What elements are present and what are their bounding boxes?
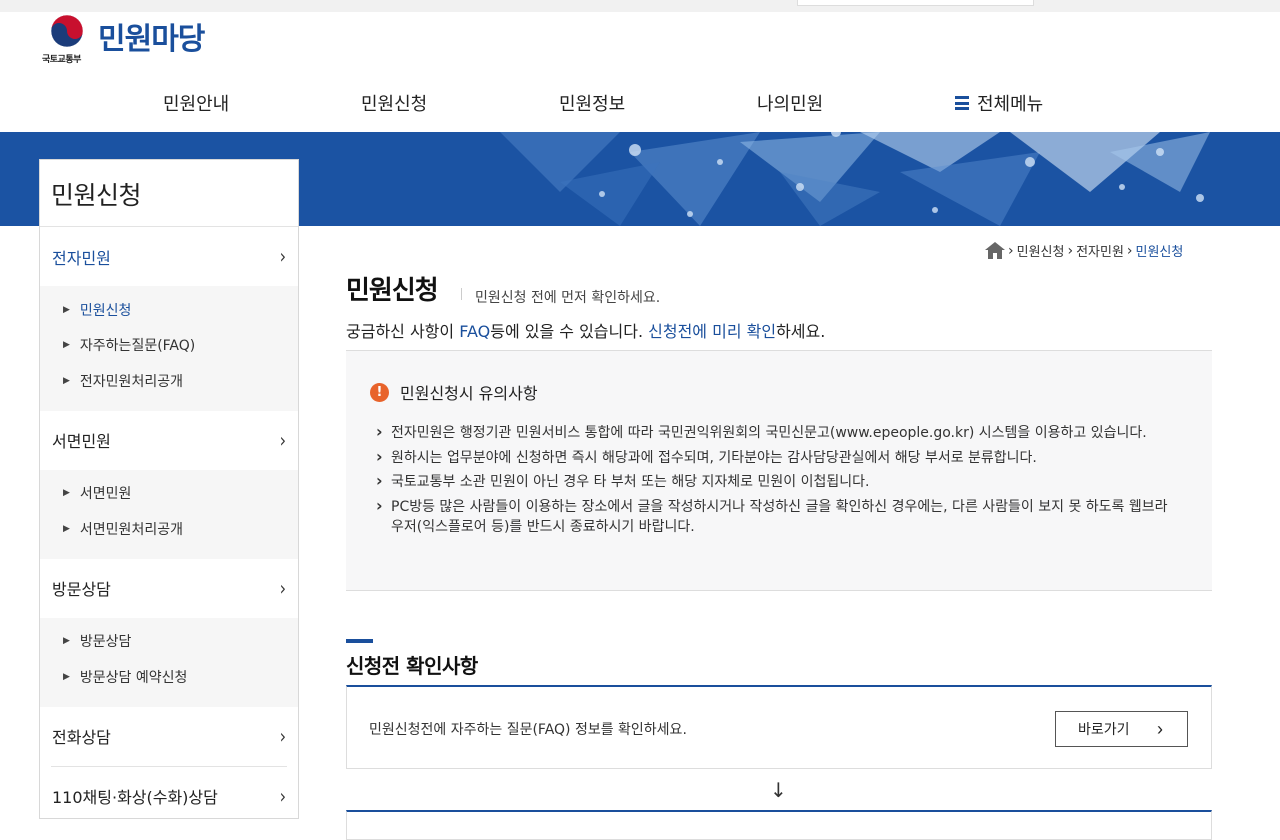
global-nav: 민원안내 민원신청 민원정보 나의민원 전체메뉴	[0, 80, 1280, 132]
triangle-right-icon: ▶	[63, 671, 70, 682]
notice-title: 민원신청시 유의사항	[400, 384, 538, 403]
gnb-all-menu[interactable]: 전체메뉴	[955, 90, 1043, 116]
breadcrumb-separator: ›	[1008, 242, 1014, 259]
faq-check-text: 민원신청전에 자주하는 질문(FAQ) 정보를 확인하세요.	[369, 722, 687, 738]
lnb-group-visit[interactable]: 방문상담 ›	[40, 559, 298, 618]
top-strip	[0, 0, 1280, 12]
notice-item: 원하시는 업무분야에 신청하면 즉시 해당과에 접수되며, 기타분야는 감사담당…	[376, 447, 1176, 468]
breadcrumb-current: 민원신청	[1135, 245, 1184, 260]
triangle-right-icon: ▶	[63, 340, 70, 351]
notice-list: 전자민원은 행정기관 민원서비스 통합에 따라 국민권익위원회의 국민신문고(w…	[376, 422, 1176, 541]
lnb-item-visit-reserve[interactable]: ▶ 방문상담 예약신청	[40, 659, 298, 695]
left-nav: 민원신청 전자민원 › ▶ 민원신청 ▶ 자주하는질문(FAQ) ▶ 전자민원처리공개 …	[39, 159, 299, 819]
notice-item: 국토교통부 소관 민원이 아닌 경우 타 부처 또는 해당 지자체로 민원이 이…	[376, 471, 1176, 492]
notice-heading: ! 민원신청시 유의사항	[370, 380, 538, 404]
lnb-submenu-electronic: ▶ 민원신청 ▶ 자주하는질문(FAQ) ▶ 전자민원처리공개	[40, 286, 298, 411]
breadcrumb-item[interactable]: 민원신청	[1017, 241, 1065, 260]
lnb-submenu-visit: ▶ 방문상담 ▶ 방문상담 예약신청	[40, 617, 298, 707]
lnb-group-phone[interactable]: 전화상담 ›	[40, 707, 298, 766]
breadcrumb-separator: ›	[1067, 242, 1074, 259]
chevron-right-icon: ›	[279, 245, 286, 268]
faq-link[interactable]: FAQ	[459, 322, 490, 341]
chevron-right-icon: ›	[279, 428, 286, 452]
faq-check-box: 민원신청전에 자주하는 질문(FAQ) 정보를 확인하세요. 바로가기 ›	[346, 685, 1212, 769]
triangle-right-icon: ▶	[63, 523, 70, 534]
chevron-right-icon: ›	[279, 724, 286, 748]
lnb-item-visit[interactable]: ▶ 방문상담	[40, 624, 298, 660]
go-button-label: 바로가기	[1078, 721, 1130, 737]
all-menu-label: 전체메뉴	[977, 94, 1044, 115]
notice-box: ! 민원신청시 유의사항 전자민원은 행정기관 민원서비스 통합에 따라 국민권…	[346, 351, 1212, 591]
lnb-group-written[interactable]: 서면민원 ›	[40, 411, 298, 470]
notice-item: PC방등 많은 사람들이 이용하는 장소에서 글을 작성하시거나 작성하신 글을…	[376, 496, 1176, 537]
precheck-link[interactable]: 신청전에 미리 확인	[648, 322, 776, 341]
chevron-right-icon: ›	[279, 576, 286, 600]
exclamation-icon: !	[370, 382, 389, 402]
lnb-submenu-written: ▶ 서면민원 ▶ 서면민원처리공개	[40, 469, 298, 559]
lnb-group-chat[interactable]: 110채팅·화상(수화)상담 ›	[40, 767, 298, 826]
gnb-item-info[interactable]: 민원정보	[559, 90, 625, 116]
section-marker	[346, 639, 373, 643]
lnb-item-apply[interactable]: ▶ 민원신청	[40, 292, 298, 328]
search-box[interactable]	[797, 0, 1034, 6]
go-button[interactable]: 바로가기 ›	[1055, 711, 1188, 747]
breadcrumb-separator: ›	[1126, 242, 1133, 259]
triangle-right-icon: ▶	[63, 304, 70, 315]
page-subtitle: 민원신청 전에 먼저 확인하세요.	[475, 290, 661, 306]
lnb-title: 민원신청	[40, 160, 298, 227]
gnb-item-apply[interactable]: 민원신청	[361, 90, 427, 116]
ministry-name: 국토교통부	[42, 55, 81, 65]
chevron-right-icon: ›	[1157, 718, 1163, 739]
next-step-box	[346, 810, 1212, 840]
lnb-group-electronic[interactable]: 전자민원 ›	[40, 227, 298, 286]
ministry-emblem-icon: 국토교통부	[42, 14, 94, 66]
home-icon[interactable]	[985, 242, 1005, 259]
triangle-right-icon: ▶	[63, 375, 70, 386]
lnb-item-written[interactable]: ▶ 서면민원	[40, 476, 298, 512]
notice-item: 전자민원은 행정기관 민원서비스 통합에 따라 국민권익위원회의 국민신문고(w…	[376, 422, 1176, 443]
lnb-item-written-disclosure[interactable]: ▶ 서면민원처리공개	[40, 511, 298, 547]
lnb-item-disclosure[interactable]: ▶ 전자민원처리공개	[40, 363, 298, 399]
triangle-right-icon: ▶	[63, 488, 70, 499]
faq-guide-text: 궁금하신 사항이 FAQ등에 있을 수 있습니다. 신청전에 미리 확인하세요.	[346, 322, 826, 341]
page-title: 민원신청	[346, 276, 439, 306]
hamburger-icon	[955, 96, 969, 110]
gnb-item-guide[interactable]: 민원안내	[163, 90, 229, 116]
breadcrumb: › 민원신청 › 전자민원 › 민원신청	[985, 241, 1183, 260]
chevron-right-icon: ›	[279, 784, 286, 808]
breadcrumb-item[interactable]: 전자민원	[1076, 241, 1124, 260]
section-title: 신청전 확인사항	[346, 654, 478, 678]
site-title: 민원마당	[98, 22, 205, 57]
title-divider	[461, 288, 462, 300]
lnb-item-faq[interactable]: ▶ 자주하는질문(FAQ)	[40, 328, 298, 364]
arrow-down-icon: ↓	[770, 778, 787, 802]
triangle-right-icon: ▶	[63, 636, 70, 647]
gnb-item-my[interactable]: 나의민원	[757, 90, 823, 116]
site-logo[interactable]: 국토교통부 민원마당	[42, 14, 205, 66]
